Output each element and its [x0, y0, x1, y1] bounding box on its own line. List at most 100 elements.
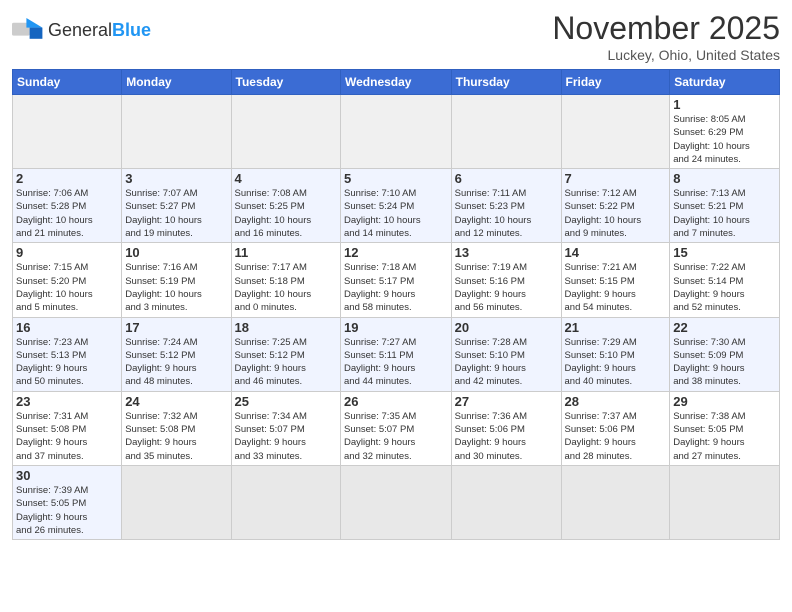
day-number: 19	[344, 320, 448, 335]
day-info: Sunrise: 7:10 AM Sunset: 5:24 PM Dayligh…	[344, 187, 448, 240]
table-row: 9Sunrise: 7:15 AM Sunset: 5:20 PM Daylig…	[13, 243, 122, 317]
day-info: Sunrise: 7:39 AM Sunset: 5:05 PM Dayligh…	[16, 484, 118, 537]
day-number: 30	[16, 468, 118, 483]
calendar-week-row: 9Sunrise: 7:15 AM Sunset: 5:20 PM Daylig…	[13, 243, 780, 317]
table-row: 2Sunrise: 7:06 AM Sunset: 5:28 PM Daylig…	[13, 169, 122, 243]
day-number: 15	[673, 245, 776, 260]
table-row: 16Sunrise: 7:23 AM Sunset: 5:13 PM Dayli…	[13, 317, 122, 391]
table-row: 5Sunrise: 7:10 AM Sunset: 5:24 PM Daylig…	[341, 169, 452, 243]
table-row: 15Sunrise: 7:22 AM Sunset: 5:14 PM Dayli…	[670, 243, 780, 317]
day-info: Sunrise: 7:16 AM Sunset: 5:19 PM Dayligh…	[125, 261, 227, 314]
table-row	[451, 465, 561, 539]
day-number: 25	[235, 394, 337, 409]
table-row	[451, 95, 561, 169]
table-row	[341, 95, 452, 169]
day-info: Sunrise: 7:35 AM Sunset: 5:07 PM Dayligh…	[344, 410, 448, 463]
day-number: 5	[344, 171, 448, 186]
table-row: 10Sunrise: 7:16 AM Sunset: 5:19 PM Dayli…	[122, 243, 231, 317]
day-number: 22	[673, 320, 776, 335]
table-row	[122, 95, 231, 169]
day-info: Sunrise: 7:22 AM Sunset: 5:14 PM Dayligh…	[673, 261, 776, 314]
table-row: 12Sunrise: 7:18 AM Sunset: 5:17 PM Dayli…	[341, 243, 452, 317]
day-info: Sunrise: 7:18 AM Sunset: 5:17 PM Dayligh…	[344, 261, 448, 314]
calendar-week-row: 2Sunrise: 7:06 AM Sunset: 5:28 PM Daylig…	[13, 169, 780, 243]
col-header-wednesday: Wednesday	[341, 70, 452, 95]
table-row	[13, 95, 122, 169]
table-row: 23Sunrise: 7:31 AM Sunset: 5:08 PM Dayli…	[13, 391, 122, 465]
table-row	[341, 465, 452, 539]
calendar-week-row: 30Sunrise: 7:39 AM Sunset: 5:05 PM Dayli…	[13, 465, 780, 539]
table-row: 6Sunrise: 7:11 AM Sunset: 5:23 PM Daylig…	[451, 169, 561, 243]
day-info: Sunrise: 7:11 AM Sunset: 5:23 PM Dayligh…	[455, 187, 558, 240]
table-row: 26Sunrise: 7:35 AM Sunset: 5:07 PM Dayli…	[341, 391, 452, 465]
day-number: 18	[235, 320, 337, 335]
day-info: Sunrise: 7:24 AM Sunset: 5:12 PM Dayligh…	[125, 336, 227, 389]
table-row: 3Sunrise: 7:07 AM Sunset: 5:27 PM Daylig…	[122, 169, 231, 243]
table-row: 14Sunrise: 7:21 AM Sunset: 5:15 PM Dayli…	[561, 243, 670, 317]
day-info: Sunrise: 7:13 AM Sunset: 5:21 PM Dayligh…	[673, 187, 776, 240]
table-row: 24Sunrise: 7:32 AM Sunset: 5:08 PM Dayli…	[122, 391, 231, 465]
table-row: 19Sunrise: 7:27 AM Sunset: 5:11 PM Dayli…	[341, 317, 452, 391]
table-row: 22Sunrise: 7:30 AM Sunset: 5:09 PM Dayli…	[670, 317, 780, 391]
table-row	[561, 465, 670, 539]
logo-text: GeneralBlue	[48, 20, 151, 41]
day-info: Sunrise: 7:06 AM Sunset: 5:28 PM Dayligh…	[16, 187, 118, 240]
day-info: Sunrise: 7:31 AM Sunset: 5:08 PM Dayligh…	[16, 410, 118, 463]
day-info: Sunrise: 7:30 AM Sunset: 5:09 PM Dayligh…	[673, 336, 776, 389]
day-number: 29	[673, 394, 776, 409]
day-number: 11	[235, 245, 337, 260]
col-header-tuesday: Tuesday	[231, 70, 340, 95]
header: GeneralBlue November 2025 Luckey, Ohio, …	[12, 10, 780, 63]
day-number: 17	[125, 320, 227, 335]
day-info: Sunrise: 7:28 AM Sunset: 5:10 PM Dayligh…	[455, 336, 558, 389]
table-row: 21Sunrise: 7:29 AM Sunset: 5:10 PM Dayli…	[561, 317, 670, 391]
calendar-week-row: 16Sunrise: 7:23 AM Sunset: 5:13 PM Dayli…	[13, 317, 780, 391]
day-info: Sunrise: 7:34 AM Sunset: 5:07 PM Dayligh…	[235, 410, 337, 463]
table-row: 17Sunrise: 7:24 AM Sunset: 5:12 PM Dayli…	[122, 317, 231, 391]
day-number: 20	[455, 320, 558, 335]
col-header-saturday: Saturday	[670, 70, 780, 95]
day-info: Sunrise: 7:37 AM Sunset: 5:06 PM Dayligh…	[565, 410, 667, 463]
table-row	[231, 95, 340, 169]
logo: GeneralBlue	[12, 16, 151, 44]
day-number: 1	[673, 97, 776, 112]
day-info: Sunrise: 7:12 AM Sunset: 5:22 PM Dayligh…	[565, 187, 667, 240]
col-header-monday: Monday	[122, 70, 231, 95]
day-info: Sunrise: 7:32 AM Sunset: 5:08 PM Dayligh…	[125, 410, 227, 463]
table-row	[670, 465, 780, 539]
day-info: Sunrise: 7:08 AM Sunset: 5:25 PM Dayligh…	[235, 187, 337, 240]
day-number: 16	[16, 320, 118, 335]
day-number: 6	[455, 171, 558, 186]
day-info: Sunrise: 7:15 AM Sunset: 5:20 PM Dayligh…	[16, 261, 118, 314]
day-number: 14	[565, 245, 667, 260]
table-row	[231, 465, 340, 539]
month-title: November 2025	[552, 10, 780, 47]
day-number: 8	[673, 171, 776, 186]
calendar: Sunday Monday Tuesday Wednesday Thursday…	[12, 69, 780, 540]
day-number: 2	[16, 171, 118, 186]
day-number: 23	[16, 394, 118, 409]
table-row: 11Sunrise: 7:17 AM Sunset: 5:18 PM Dayli…	[231, 243, 340, 317]
day-number: 3	[125, 171, 227, 186]
table-row: 20Sunrise: 7:28 AM Sunset: 5:10 PM Dayli…	[451, 317, 561, 391]
day-info: Sunrise: 7:36 AM Sunset: 5:06 PM Dayligh…	[455, 410, 558, 463]
day-info: Sunrise: 7:07 AM Sunset: 5:27 PM Dayligh…	[125, 187, 227, 240]
day-number: 28	[565, 394, 667, 409]
day-number: 27	[455, 394, 558, 409]
col-header-thursday: Thursday	[451, 70, 561, 95]
day-info: Sunrise: 7:17 AM Sunset: 5:18 PM Dayligh…	[235, 261, 337, 314]
table-row: 7Sunrise: 7:12 AM Sunset: 5:22 PM Daylig…	[561, 169, 670, 243]
day-info: Sunrise: 7:27 AM Sunset: 5:11 PM Dayligh…	[344, 336, 448, 389]
day-info: Sunrise: 7:29 AM Sunset: 5:10 PM Dayligh…	[565, 336, 667, 389]
table-row: 27Sunrise: 7:36 AM Sunset: 5:06 PM Dayli…	[451, 391, 561, 465]
calendar-week-row: 23Sunrise: 7:31 AM Sunset: 5:08 PM Dayli…	[13, 391, 780, 465]
calendar-header-row: Sunday Monday Tuesday Wednesday Thursday…	[13, 70, 780, 95]
day-info: Sunrise: 7:25 AM Sunset: 5:12 PM Dayligh…	[235, 336, 337, 389]
page: GeneralBlue November 2025 Luckey, Ohio, …	[0, 0, 792, 550]
table-row: 18Sunrise: 7:25 AM Sunset: 5:12 PM Dayli…	[231, 317, 340, 391]
table-row: 4Sunrise: 7:08 AM Sunset: 5:25 PM Daylig…	[231, 169, 340, 243]
title-block: November 2025 Luckey, Ohio, United State…	[552, 10, 780, 63]
day-info: Sunrise: 7:19 AM Sunset: 5:16 PM Dayligh…	[455, 261, 558, 314]
col-header-friday: Friday	[561, 70, 670, 95]
table-row: 29Sunrise: 7:38 AM Sunset: 5:05 PM Dayli…	[670, 391, 780, 465]
